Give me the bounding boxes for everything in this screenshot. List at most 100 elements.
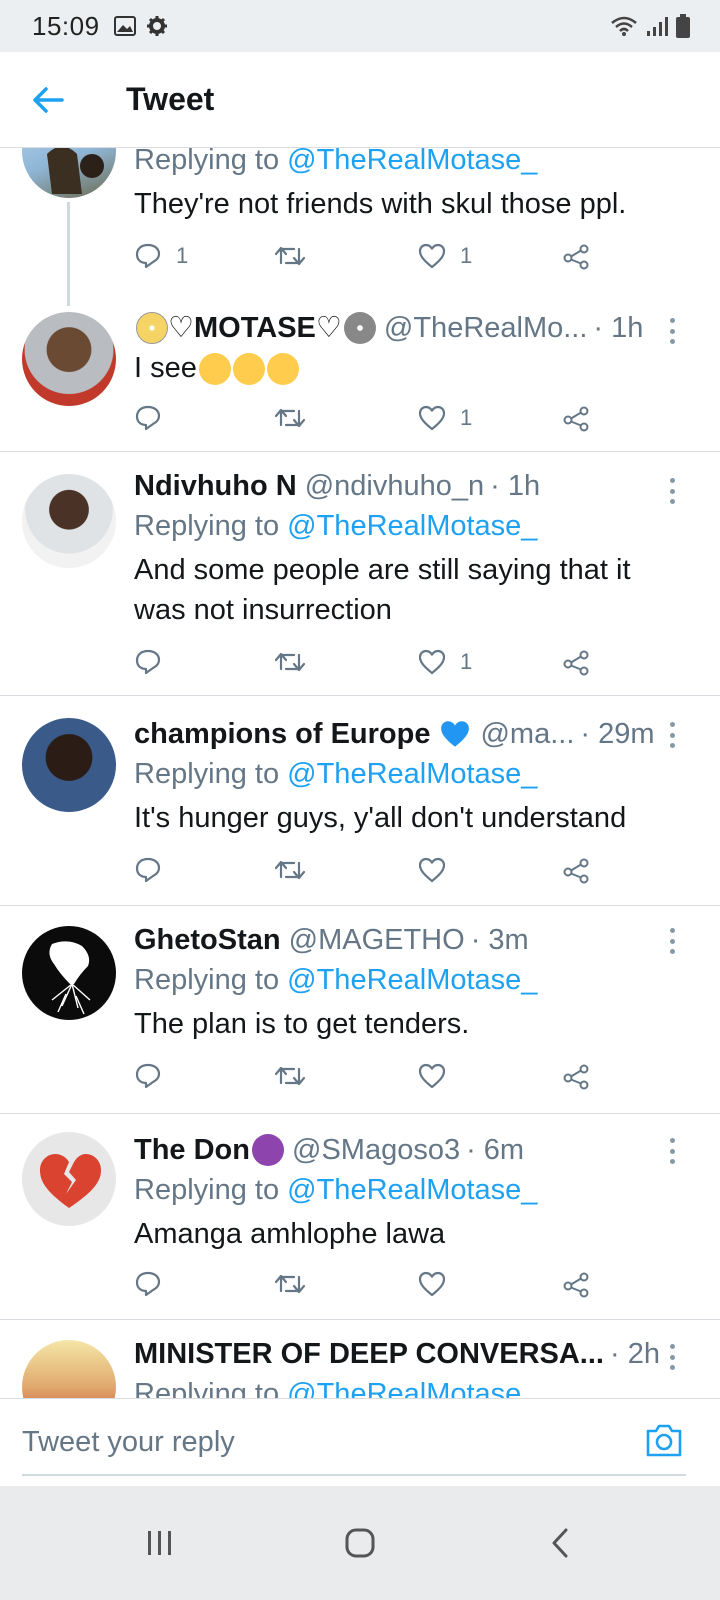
reply-button[interactable] [134, 850, 176, 890]
nav-back-icon [552, 1528, 568, 1558]
share-button[interactable] [562, 1056, 590, 1096]
timestamp: · 2h [609, 1338, 660, 1370]
reply-icon [135, 1063, 161, 1089]
home-icon [345, 1528, 375, 1558]
tweet[interactable]: Ndivhuho N @ndivhuho_n · 1h Replying to … [0, 452, 720, 696]
replying-to-label: Replying to [134, 758, 280, 790]
recents-button[interactable] [130, 1513, 190, 1573]
more-options-button[interactable] [662, 316, 682, 346]
handle[interactable]: @TheRealMo... [384, 308, 588, 348]
reply-button[interactable] [134, 1264, 176, 1304]
tweet[interactable]: ♡MOTASE♡ @TheRealMo... · 1h I see 1 [0, 300, 720, 452]
handle[interactable]: @MAGETHO [289, 920, 465, 960]
more-options-button[interactable] [662, 1136, 682, 1166]
like-icon [418, 243, 446, 269]
mention-link[interactable]: @TheRealMotase_ [287, 510, 537, 542]
app-header: Tweet [0, 52, 720, 148]
devil-emoji-icon [252, 1134, 284, 1166]
more-options-button[interactable] [662, 1342, 682, 1372]
settings-gear-icon [146, 16, 167, 36]
retweet-icon [274, 652, 306, 672]
mention-link[interactable]: @TheRealMotase_ [287, 964, 537, 996]
share-button[interactable] [562, 398, 590, 438]
retweet-button[interactable] [274, 850, 306, 890]
share-button[interactable] [562, 1264, 590, 1304]
mention-link[interactable]: @TheRealMotase_ [287, 758, 537, 790]
like-button[interactable]: 1 [418, 642, 472, 682]
display-name[interactable]: The Don [134, 1130, 250, 1170]
avatar[interactable] [22, 718, 116, 812]
tweet-text: And some people are still saying that it… [134, 554, 631, 626]
reply-icon [135, 243, 161, 269]
tweet[interactable]: Replying to @TheRealMotase_ They're not … [0, 148, 720, 306]
retweet-icon [274, 246, 306, 266]
retweet-icon [274, 1066, 306, 1086]
tweet[interactable]: The Don @SMagoso3 · 6m Replying to @TheR… [0, 1114, 720, 1320]
battery-icon [676, 14, 690, 38]
reply-input[interactable] [22, 1417, 622, 1467]
retweet-button[interactable] [274, 642, 306, 682]
avatar[interactable] [22, 148, 116, 198]
reply-button[interactable]: 1 [134, 236, 188, 276]
like-button[interactable]: 1 [418, 398, 472, 438]
reply-button[interactable] [134, 398, 176, 438]
share-icon [563, 406, 589, 432]
tweet-text: I see [134, 352, 197, 384]
avatar[interactable] [22, 926, 116, 1020]
tweet[interactable]: champions of Europe @ma... · 29m Replyin… [0, 696, 720, 906]
display-name[interactable]: Ndivhuho N [134, 466, 297, 506]
handle[interactable]: @ndivhuho_n [305, 466, 484, 506]
nav-back-button[interactable] [530, 1513, 590, 1573]
retweet-button[interactable] [274, 1264, 306, 1304]
display-name[interactable]: champions of Europe [134, 714, 430, 754]
like-icon [418, 405, 446, 431]
avatar[interactable] [22, 312, 116, 406]
like-button[interactable] [418, 1056, 460, 1096]
thread-line [67, 202, 70, 306]
display-name[interactable]: GhetoStan [134, 920, 281, 960]
camera-button[interactable] [644, 1421, 684, 1461]
handle[interactable]: @ma... [480, 714, 574, 754]
replying-to: Replying to @TheRealMotase_ [134, 1170, 670, 1210]
share-button[interactable] [562, 642, 590, 682]
reply-composer [0, 1398, 720, 1486]
like-button[interactable] [418, 850, 460, 890]
reply-icon [135, 1271, 161, 1297]
more-options-button[interactable] [662, 476, 682, 506]
like-button[interactable]: 1 [418, 236, 472, 276]
share-icon [563, 1064, 589, 1090]
replying-to: Replying to @TheRealMotase_ [134, 506, 670, 546]
handle[interactable]: @SMagoso3 [292, 1130, 460, 1170]
more-options-button[interactable] [662, 926, 682, 956]
status-bar: 15:09 [0, 0, 720, 52]
more-options-button[interactable] [662, 720, 682, 750]
tweet-text: The plan is to get tenders. [134, 1008, 470, 1040]
retweet-icon [274, 1274, 306, 1294]
display-name[interactable]: ♡MOTASE♡ [168, 308, 342, 348]
home-button[interactable] [330, 1513, 390, 1573]
reply-button[interactable] [134, 1056, 176, 1096]
mention-link[interactable]: @TheRealMotase_ [287, 148, 537, 176]
retweet-button[interactable] [274, 398, 306, 438]
reply-icon [135, 649, 161, 675]
gallery-icon [113, 16, 136, 36]
reply-button[interactable] [134, 642, 176, 682]
back-button[interactable] [0, 52, 96, 148]
retweet-icon [274, 408, 306, 428]
display-name[interactable]: MINISTER OF DEEP CONVERSA... [134, 1334, 604, 1374]
timestamp: · 1h [593, 312, 644, 344]
mention-link[interactable]: @TheRealMotase_ [287, 1174, 537, 1206]
retweet-button[interactable] [274, 1056, 306, 1096]
replying-to: Replying to @TheRealMotase_ [134, 960, 670, 1000]
avatar[interactable] [22, 474, 116, 568]
avatar[interactable] [22, 1132, 116, 1226]
retweet-button[interactable] [274, 236, 306, 276]
like-button[interactable] [418, 1264, 460, 1304]
share-button[interactable] [562, 236, 590, 276]
replying-to-label: Replying to [134, 148, 280, 176]
tweet[interactable]: GhetoStan @MAGETHO · 3m Replying to @The… [0, 906, 720, 1114]
replies-feed[interactable]: Replying to @TheRealMotase_ They're not … [0, 148, 720, 1426]
replying-to-label: Replying to [134, 1174, 280, 1206]
share-button[interactable] [562, 850, 590, 890]
replying-to-label: Replying to [134, 964, 280, 996]
